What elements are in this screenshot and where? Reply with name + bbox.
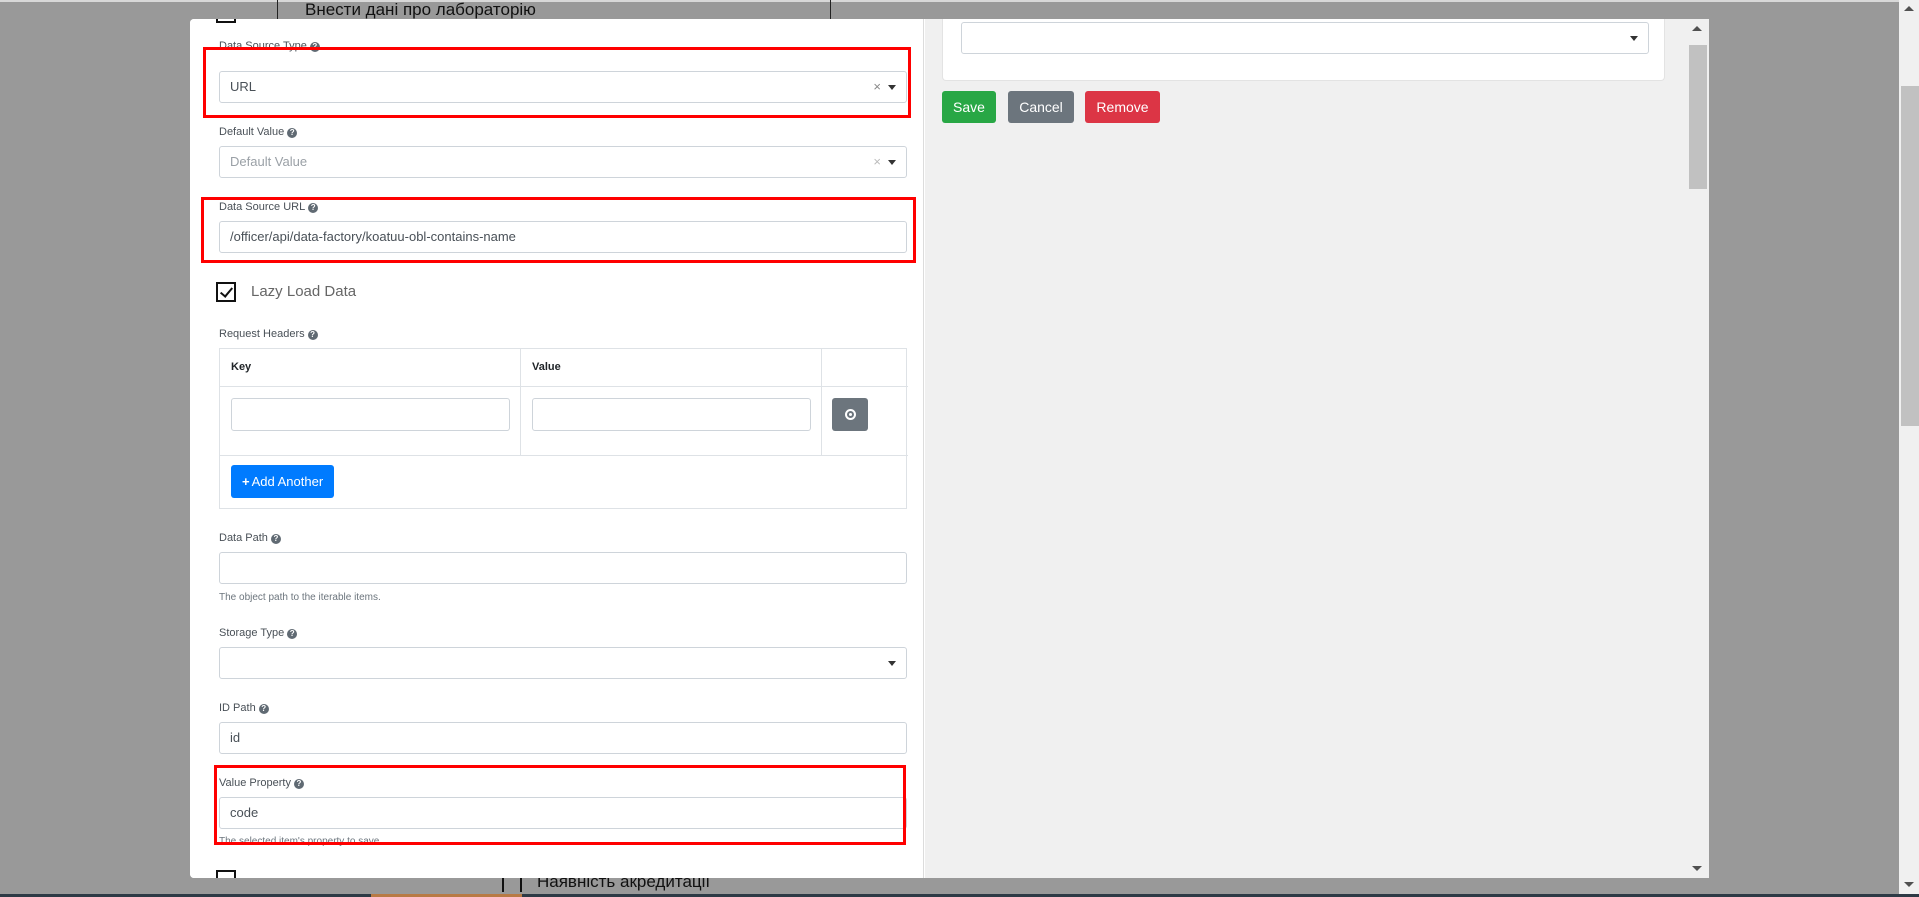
label-text: Data Path [219,532,268,544]
help-icon[interactable]: ? [287,629,298,639]
cancel-button[interactable]: Cancel [1008,91,1074,123]
modal-scroll-thumb[interactable] [1689,45,1707,189]
scroll-up-icon[interactable] [1692,26,1702,31]
clipped-checkbox[interactable] [216,870,236,878]
scroll-down-icon[interactable] [1692,866,1702,871]
value-property-help: The selected item's property to save. [219,836,383,847]
column-header-value: Value [521,349,822,387]
page-scroll-thumb[interactable] [1901,86,1919,426]
data-path-input[interactable] [219,552,907,584]
label-text: Storage Type [219,627,285,639]
preview-card [942,19,1665,81]
data-source-type-label: Data Source Type? [219,40,320,53]
default-value-label: Default Value? [219,126,298,139]
lazy-load-checkbox[interactable] [216,282,236,302]
clipped-checkbox[interactable] [216,19,236,23]
header-key-input[interactable] [231,398,510,431]
data-source-url-label: Data Source URL? [219,201,319,214]
add-row-footer: + Add Another [220,456,908,508]
column-header-actions [822,349,908,387]
button-label: Add Another [251,474,324,489]
data-source-url-input[interactable]: /officer/api/data-factory/koatuu-obl-con… [219,221,907,253]
bg-table-divider [830,0,831,19]
bg-page-title: Внести дані про лабораторію [305,0,536,19]
data-path-label: Data Path? [219,532,281,545]
help-icon[interactable]: ? [270,534,281,544]
data-source-type-select[interactable]: URL × [219,71,907,103]
storage-type-label: Storage Type? [219,627,298,640]
clear-icon[interactable]: × [873,147,881,177]
label-text: Data Source URL [219,201,306,213]
header-value-input[interactable] [532,398,811,431]
data-path-help: The object path to the iterable items. [219,592,381,603]
settings-form-panel: Data Source Type? URL × Default Value? D… [190,19,924,878]
table-row-actions [822,387,908,456]
remove-button[interactable]: Remove [1085,91,1160,123]
value-property-input[interactable]: code [219,797,907,829]
scroll-down-icon[interactable] [1904,882,1914,887]
chevron-down-icon[interactable] [888,85,896,90]
chevron-down-icon[interactable] [1630,36,1638,41]
preview-select[interactable] [961,22,1649,54]
add-another-button[interactable]: + Add Another [231,465,335,498]
help-icon[interactable]: ? [287,128,298,138]
request-headers-label: Request Headers? [219,328,318,341]
selected-value: URL [230,79,257,94]
placeholder-text: Default Value [230,154,308,169]
modal-scrollbar[interactable] [1680,19,1709,878]
request-headers-table: Key Value + Add Another [219,348,908,509]
preview-panel: Save Cancel Remove [925,19,1680,878]
save-button[interactable]: Save [942,91,996,123]
label-text: Default Value [219,126,285,138]
header-text: Value [532,361,561,373]
component-settings-modal: Data Source Type? URL × Default Value? D… [190,19,1709,878]
plus-icon: + [242,474,250,489]
value-property-label: Value Property? [219,777,304,790]
bg-table-divider [277,0,278,19]
chevron-down-icon[interactable] [888,661,896,666]
id-path-input[interactable]: id [219,722,907,754]
label-text: Request Headers [219,328,305,340]
id-path-label: ID Path? [219,702,269,715]
storage-type-select[interactable] [219,647,907,679]
help-icon[interactable]: ? [293,779,304,789]
lazy-load-label: Lazy Load Data [251,283,357,300]
default-value-select[interactable]: Default Value × [219,146,907,178]
help-icon[interactable]: ? [307,330,318,340]
table-row [521,387,822,456]
table-row [220,387,521,456]
label-text: ID Path [219,702,256,714]
label-text: Data Source Type [219,40,307,52]
header-text: Key [231,361,252,373]
help-icon[interactable]: ? [308,203,319,213]
window-top-edge [0,0,1919,2]
clear-icon[interactable]: × [873,72,881,102]
remove-row-button[interactable] [832,398,868,431]
checkmark-icon [219,284,234,298]
chevron-down-icon[interactable] [888,160,896,165]
label-text: Value Property [219,777,291,789]
help-icon[interactable]: ? [258,704,269,714]
remove-circle-icon [845,409,856,420]
column-header-key: Key [220,349,521,387]
help-icon[interactable]: ? [309,42,320,52]
scroll-up-icon[interactable] [1904,6,1914,11]
page-scrollbar[interactable] [1899,0,1919,894]
